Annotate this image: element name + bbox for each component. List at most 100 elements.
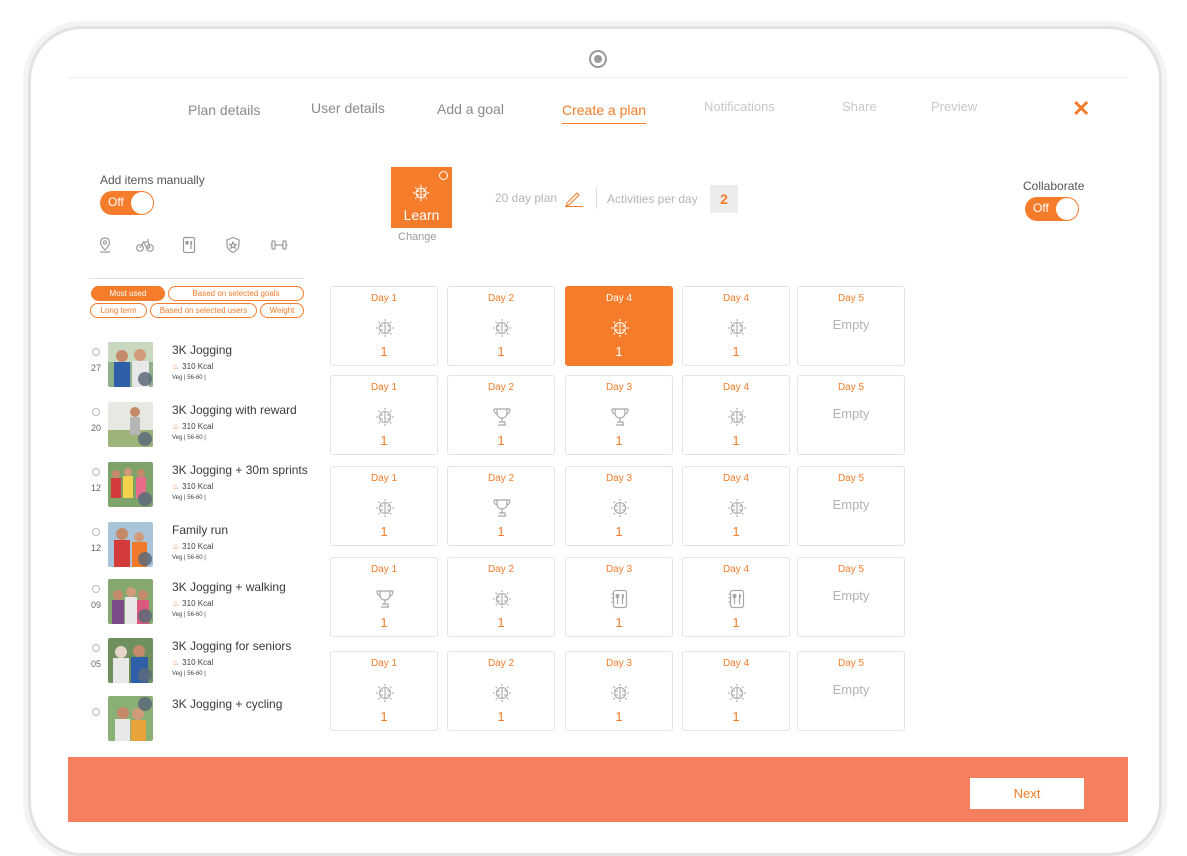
activity-item[interactable]: 3K Jogging + cycling	[88, 696, 318, 746]
day-cell[interactable]: Day 1 1	[330, 286, 438, 366]
trophy-icon	[375, 589, 395, 609]
day-label: Day 5	[837, 564, 865, 575]
step-share[interactable]: Share	[842, 99, 877, 114]
filter-chip-most-used[interactable]: Most used	[91, 286, 165, 301]
brain-icon	[727, 407, 747, 427]
day-cell[interactable]: Day 4 1	[682, 651, 790, 731]
dumbbell-icon[interactable]	[270, 236, 288, 254]
brain-icon	[375, 407, 395, 427]
radio-indicator-icon	[439, 171, 448, 180]
add-items-manually-toggle[interactable]: Off	[100, 191, 154, 215]
activity-diet: Veg | 56-60 |	[172, 375, 206, 381]
day-activity-count: 1	[732, 433, 740, 448]
day-cell[interactable]: Day 2 1	[447, 286, 555, 366]
collaborate-toggle[interactable]: Off	[1025, 197, 1079, 221]
food-icon	[727, 589, 747, 609]
next-button[interactable]: Next	[970, 778, 1084, 809]
activities-per-day-label: Activities per day	[607, 192, 698, 206]
day-label: Day 4	[605, 293, 633, 304]
app-screen: Plan details User details Add a goal Cre…	[68, 77, 1128, 822]
activity-title: 3K Jogging + 30m sprints	[172, 463, 308, 477]
toggle-knob	[1056, 198, 1078, 220]
day-activity-count: 1	[497, 615, 505, 630]
nutrition-icon[interactable]	[180, 236, 198, 254]
day-cell[interactable]: Day 1 1	[330, 557, 438, 637]
activity-item[interactable]: 05 3K Jogging for seniors ♨ 310 Kcal Veg …	[88, 638, 318, 688]
activity-diet: Veg | 56-60 |	[172, 435, 206, 441]
brain-icon	[610, 498, 630, 518]
day-cell[interactable]: Day 4 1	[682, 375, 790, 455]
day-cell[interactable]: Day 2 1	[447, 651, 555, 731]
day-label: Day 3	[605, 473, 633, 484]
edit-pencil-icon[interactable]	[564, 191, 584, 207]
filter-chip-weight[interactable]: Weight	[260, 303, 304, 318]
activity-thumbnail	[108, 638, 153, 683]
activity-title: Family run	[172, 523, 229, 537]
step-preview[interactable]: Preview	[931, 99, 977, 114]
activity-item[interactable]: 27 3K Jogging ♨ 310 Kcal Veg | 56-60 |	[88, 342, 318, 392]
day-cell[interactable]: Day 5 Empty	[797, 557, 905, 637]
day-activity-count: 1	[497, 344, 505, 359]
step-user-details[interactable]: User details	[311, 100, 385, 116]
activity-duration: 20	[88, 408, 104, 436]
trophy-icon	[610, 407, 630, 427]
close-icon[interactable]: ✕	[1072, 96, 1090, 122]
filter-chip-long-term[interactable]: Long term	[90, 303, 147, 318]
filter-chip-selected-goals[interactable]: Based on selected goals	[168, 286, 304, 301]
day-cell[interactable]: Day 5 Empty	[797, 375, 905, 455]
filter-chip-selected-users[interactable]: Based on selected users	[150, 303, 257, 318]
activity-item[interactable]: 20 3K Jogging with reward ♨ 310 Kcal Veg …	[88, 402, 318, 452]
day-cell[interactable]: Day 2 1	[447, 557, 555, 637]
activity-calories: ♨ 310 Kcal	[172, 362, 214, 371]
step-plan-details[interactable]: Plan details	[188, 102, 260, 118]
day-activity-count: 1	[615, 524, 623, 539]
day-cell[interactable]: Day 2 1	[447, 375, 555, 455]
flame-icon: ♨	[172, 658, 180, 667]
clock-icon	[92, 644, 100, 652]
day-cell[interactable]: Day 3 1	[565, 557, 673, 637]
bicycle-icon[interactable]	[136, 236, 154, 254]
day-cell[interactable]: Day 1 1	[330, 375, 438, 455]
reward-badge-icon[interactable]	[224, 236, 242, 254]
brain-icon	[375, 318, 395, 338]
day-cell[interactable]: Day 1 1	[330, 466, 438, 546]
activity-diet: Veg | 56-60 |	[172, 495, 206, 501]
collaborate-label: Collaborate	[1023, 179, 1085, 193]
brain-icon	[375, 683, 395, 703]
flame-icon: ♨	[172, 482, 180, 491]
day-cell[interactable]: Day 3 1	[565, 375, 673, 455]
change-category-link[interactable]: Change	[398, 231, 437, 243]
day-cell[interactable]: Day 4 1	[682, 286, 790, 366]
day-activity-count: 1	[615, 433, 623, 448]
activity-diet: Veg | 56-60 |	[172, 671, 206, 677]
day-cell[interactable]: Day 2 1	[447, 466, 555, 546]
day-cell[interactable]: Day 5 Empty	[797, 286, 905, 366]
activity-item[interactable]: 09 3K Jogging + walking ♨ 310 Kcal Veg | …	[88, 579, 318, 629]
activity-duration: 12	[88, 468, 104, 496]
day-cell[interactable]: Day 3 1	[565, 466, 673, 546]
plan-category-card[interactable]: Learn	[391, 167, 452, 228]
activity-item[interactable]: 12 3K Jogging + 30m sprints ♨ 310 Kcal Ve…	[88, 462, 318, 512]
location-pin-icon[interactable]	[96, 236, 114, 254]
day-cell[interactable]: Day 4 1	[565, 286, 673, 366]
brain-icon	[492, 589, 512, 609]
step-add-goal[interactable]: Add a goal	[437, 101, 504, 117]
step-create-plan[interactable]: Create a plan	[562, 102, 647, 124]
step-notifications[interactable]: Notifications	[704, 99, 775, 114]
brain-icon	[610, 318, 630, 338]
day-cell[interactable]: Day 5 Empty	[797, 651, 905, 731]
day-cell[interactable]: Day 4 1	[682, 466, 790, 546]
activity-thumbnail	[108, 342, 153, 387]
day-cell[interactable]: Day 5 Empty	[797, 466, 905, 546]
day-cell[interactable]: Day 1 1	[330, 651, 438, 731]
day-cell[interactable]: Day 3 1	[565, 651, 673, 731]
clock-icon	[92, 408, 100, 416]
activity-thumbnail	[108, 462, 153, 507]
activity-calories: ♨ 310 Kcal	[172, 658, 214, 667]
brain-icon	[727, 318, 747, 338]
day-cell[interactable]: Day 4 1	[682, 557, 790, 637]
flame-icon: ♨	[172, 362, 180, 371]
plan-info-divider	[596, 187, 597, 209]
activity-item[interactable]: 12 Family run ♨ 310 Kcal Veg | 56-60 |	[88, 522, 318, 572]
activities-per-day-value[interactable]: 2	[710, 185, 738, 213]
